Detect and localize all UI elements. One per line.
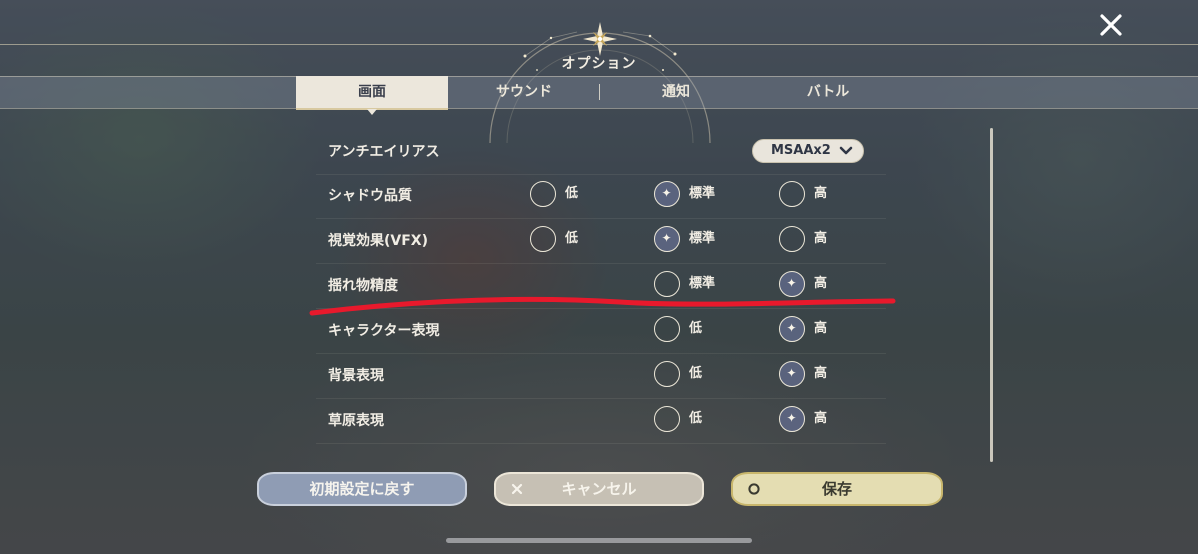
radio-circle-checked	[654, 226, 680, 252]
option-label: 標準	[689, 231, 716, 246]
option-label: 高	[814, 231, 828, 246]
radio-circle	[530, 226, 556, 252]
save-button[interactable]: 保存	[731, 472, 943, 506]
scrollbar-thumb[interactable]	[990, 128, 993, 462]
antialias-select-value: MSAAx2	[771, 143, 831, 158]
setting-row-background: 背景表現 低 高	[316, 354, 886, 399]
option-label: 低	[689, 366, 703, 381]
radio-circle-checked	[779, 271, 805, 297]
setting-label: 草原表現	[328, 413, 384, 429]
option-label: 低	[565, 186, 579, 201]
setting-row-character: キャラクター表現 低 高	[316, 309, 886, 354]
reset-defaults-button[interactable]: 初期設定に戻す	[257, 472, 467, 506]
radio-circle-checked	[779, 361, 805, 387]
radio-circle-checked	[779, 406, 805, 432]
setting-label: キャラクター表現	[328, 323, 440, 339]
radio-circle	[779, 181, 805, 207]
option-label: 高	[814, 411, 828, 426]
radio-circle	[654, 361, 680, 387]
tab-battle[interactable]: バトル	[764, 76, 892, 108]
radio-circle	[654, 316, 680, 342]
page-title: オプション	[561, 56, 637, 72]
tab-screen[interactable]: 画面	[296, 76, 448, 110]
setting-label: 背景表現	[328, 368, 384, 384]
option-label: 高	[814, 276, 828, 291]
active-tab-pointer	[367, 109, 377, 115]
option-label: 低	[689, 321, 703, 336]
cancel-button[interactable]: キャンセル	[494, 472, 704, 506]
tab-sound[interactable]: サウンド	[460, 76, 588, 108]
compass-star-icon	[583, 22, 617, 56]
antialias-select[interactable]: MSAAx2	[752, 139, 864, 163]
tab-notification[interactable]: 通知	[612, 76, 740, 108]
option-label: 高	[814, 321, 828, 336]
radio-circle	[530, 181, 556, 207]
home-indicator[interactable]	[446, 538, 752, 543]
radio-circle	[654, 271, 680, 297]
radio-circle-checked	[654, 181, 680, 207]
setting-label: シャドウ品質	[328, 188, 412, 204]
cancel-label: キャンセル	[561, 480, 637, 498]
setting-label: 揺れ物精度	[328, 278, 398, 294]
chevron-down-icon	[839, 146, 853, 155]
reset-defaults-label: 初期設定に戻す	[309, 480, 415, 498]
setting-row-grass: 草原表現 低 高	[316, 399, 886, 444]
save-label: 保存	[821, 480, 852, 498]
setting-row-sway: 揺れ物精度 標準 高	[316, 264, 886, 309]
option-label: 標準	[689, 186, 716, 201]
setting-row-shadow: シャドウ品質 低 標準 高	[316, 174, 886, 219]
options-screen: オプション 画面 サウンド 通知 バトル アンチエイリアス MSAAx2 シャド…	[0, 0, 1198, 554]
close-icon[interactable]	[1094, 8, 1128, 42]
radio-circle-checked	[779, 316, 805, 342]
setting-label: アンチエイリアス	[328, 144, 440, 160]
option-label: 低	[689, 411, 703, 426]
tab-divider	[599, 84, 600, 100]
option-label: 標準	[689, 276, 716, 291]
option-label: 高	[814, 186, 828, 201]
setting-row-vfx: 視覚効果(VFX) 低 標準 高	[316, 219, 886, 264]
option-label: 低	[565, 231, 579, 246]
radio-circle	[654, 406, 680, 432]
radio-circle	[779, 226, 805, 252]
setting-label: 視覚効果(VFX)	[328, 233, 428, 249]
option-label: 高	[814, 366, 828, 381]
